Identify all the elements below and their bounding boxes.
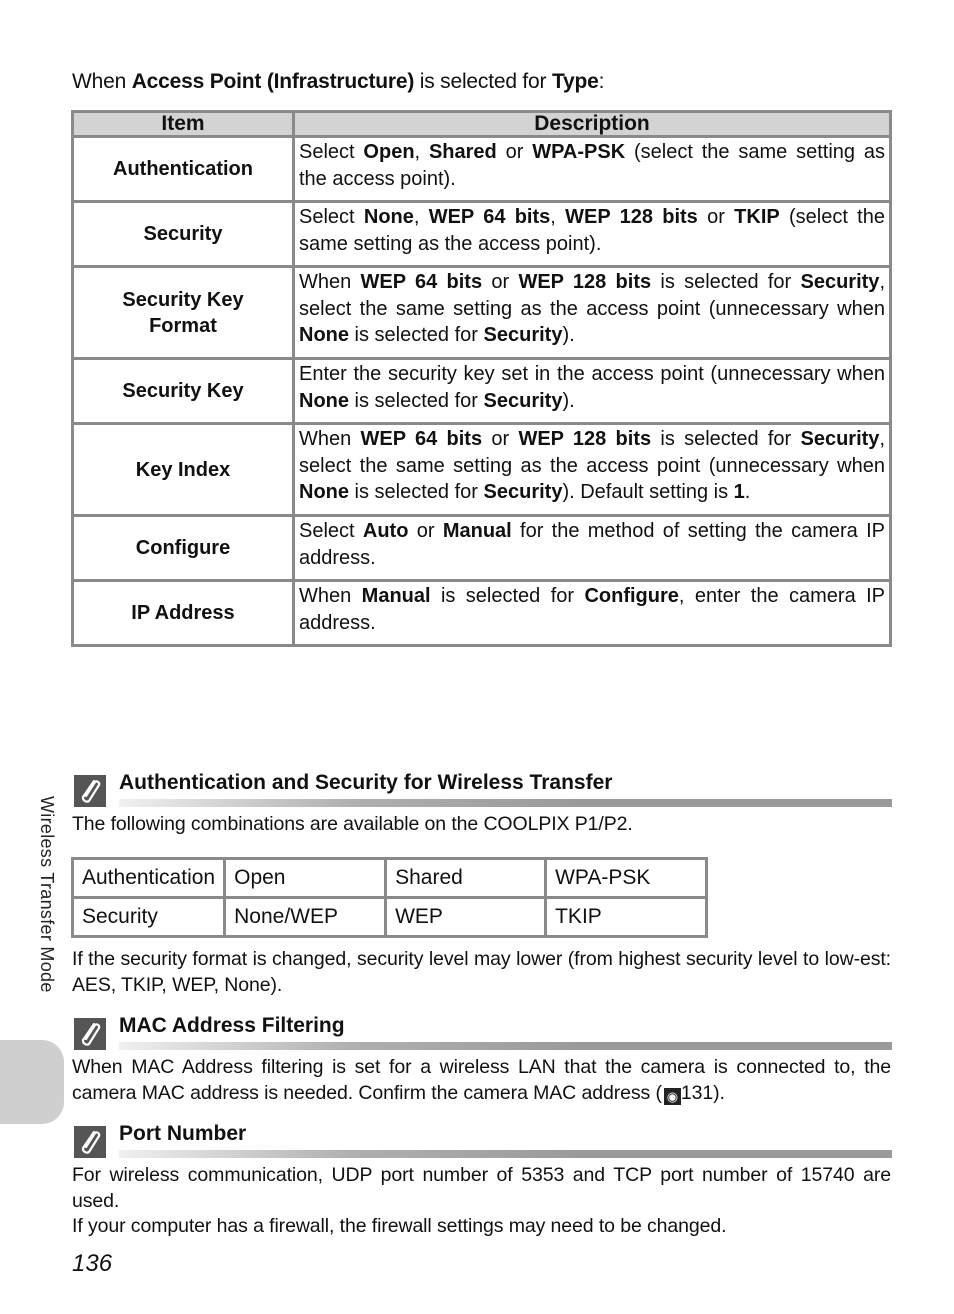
table-row: Security Key Format When WEP 64 bits or W… (71, 265, 892, 360)
settings-table: Item Description Authentication Select Op… (71, 110, 892, 647)
note-title: MAC Address Filtering (119, 1014, 345, 1037)
paperclip-note-icon (74, 775, 106, 807)
note-divider (119, 799, 892, 807)
combo-cell: Authentication (70, 857, 227, 899)
note-title: Authentication and Security for Wireless… (119, 771, 613, 794)
description-cell: Select Open, Shared or WPA-PSK (select t… (292, 135, 892, 203)
section-side-label: Wireless Transfer Mode (37, 796, 57, 993)
table-row: Security Select None, WEP 64 bits, WEP 12… (71, 200, 892, 268)
combo-cell: WEP (384, 896, 548, 938)
auth-security-intro: The following combinations are available… (72, 813, 633, 835)
combo-cell: WPA-PSK (544, 857, 709, 899)
page-reference-icon: ◉ (663, 1087, 681, 1105)
auth-security-footer: If the security format is changed, secur… (72, 948, 891, 996)
item-cell: Security (71, 200, 295, 268)
combo-cell: Open (223, 857, 388, 899)
table-row: Key Index When WEP 64 bits or WEP 128 bit… (71, 422, 892, 517)
note-header-mac-filtering: MAC Address Filtering (72, 1014, 892, 1058)
note-divider (119, 1042, 892, 1050)
paperclip-note-icon (74, 1018, 106, 1050)
table-row: Configure Select Auto or Manual for the m… (71, 514, 892, 582)
paperclip-note-icon (74, 1126, 106, 1158)
note-header-port-number: Port Number (72, 1122, 892, 1166)
item-cell: Key Index (71, 422, 295, 517)
item-cell: Configure (71, 514, 295, 582)
table-row: Security Key Enter the security key set i… (71, 357, 892, 425)
note-title: Port Number (119, 1122, 247, 1145)
note-divider (119, 1150, 892, 1158)
table-row: Authentication Open Shared WPA-PSK (70, 857, 709, 899)
page-number: 136 (72, 1250, 113, 1277)
combo-cell: Shared (384, 857, 548, 899)
port-number-text: For wireless communication, UDP port num… (72, 1164, 891, 1237)
description-cell: Enter the security key set in the access… (292, 357, 892, 425)
table-header-row: Item Description (71, 110, 892, 138)
note-header-auth-security: Authentication and Security for Wireless… (72, 771, 892, 815)
table-row: Authentication Select Open, Shared or WPA… (71, 135, 892, 203)
item-cell: Security Key (71, 357, 295, 425)
header-item: Item (71, 110, 295, 138)
mac-filtering-text: When MAC Address filtering is set for a … (72, 1056, 891, 1105)
item-cell: Security Key Format (71, 265, 295, 360)
header-description: Description (292, 110, 892, 138)
item-cell: IP Address (71, 579, 295, 647)
combo-cell: Security (70, 896, 227, 938)
item-cell: Authentication (71, 135, 295, 203)
description-cell: When WEP 64 bits or WEP 128 bits is sele… (292, 265, 892, 360)
description-cell: When WEP 64 bits or WEP 128 bits is sele… (292, 422, 892, 517)
combo-cell: None/WEP (223, 896, 388, 938)
description-cell: When Manual is selected for Configure, e… (292, 579, 892, 647)
section-thumb-tab (0, 1040, 64, 1124)
table-row: Security None/WEP WEP TKIP (70, 896, 709, 938)
combo-cell: TKIP (544, 896, 709, 938)
description-cell: Select None, WEP 64 bits, WEP 128 bits o… (292, 200, 892, 268)
table-row: IP Address When Manual is selected for Co… (71, 579, 892, 647)
description-cell: Select Auto or Manual for the method of … (292, 514, 892, 582)
page-reference-link[interactable]: 131 (681, 1082, 713, 1104)
combination-table: Authentication Open Shared WPA-PSK Secur… (70, 857, 709, 938)
intro-sentence: When Access Point (Infrastructure) is se… (72, 70, 605, 93)
